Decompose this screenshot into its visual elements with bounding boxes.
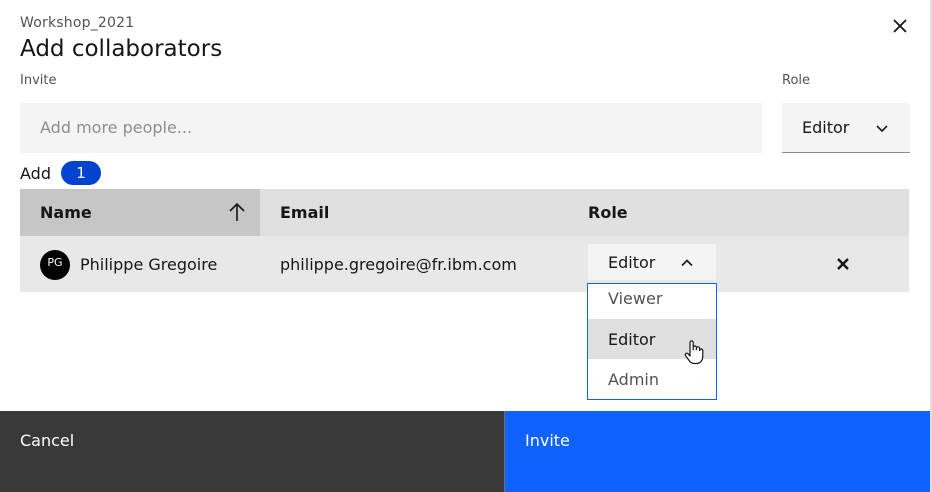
modal-title: Add collaborators: [20, 36, 223, 62]
row-role-select[interactable]: Editor: [588, 244, 716, 280]
avatar: PG: [40, 250, 70, 280]
modal-footer: Cancel Invite: [0, 411, 930, 492]
add-label: Add: [20, 163, 51, 183]
chevron-down-icon: [876, 125, 888, 133]
arrow-up-icon: [229, 202, 245, 221]
column-header-name-label: Name: [40, 203, 92, 222]
column-header-email-label: Email: [280, 203, 330, 222]
cancel-button[interactable]: Cancel: [0, 411, 505, 492]
collaborator-name: Philippe Gregoire: [80, 254, 218, 274]
collaborators-table: Name Email Role PG Philippe Gregoire phi…: [20, 189, 909, 292]
column-header-role[interactable]: Role: [588, 189, 628, 236]
role-select[interactable]: Editor: [782, 103, 910, 153]
column-header-role-label: Role: [588, 203, 628, 222]
add-collaborators-modal: Workshop_2021 Add collaborators Invite R…: [0, 0, 932, 492]
invite-label: Invite: [20, 73, 57, 88]
table-row: PG Philippe Gregoire philippe.gregoire@f…: [20, 236, 909, 292]
table-header: Name Email Role: [20, 189, 909, 236]
invite-button[interactable]: Invite: [505, 411, 930, 492]
row-role-value: Editor: [608, 252, 656, 272]
collaborator-email: philippe.gregoire@fr.ibm.com: [280, 254, 517, 274]
close-button[interactable]: [886, 12, 914, 40]
chevron-up-icon: [681, 259, 693, 267]
remove-collaborator-button[interactable]: [832, 253, 854, 275]
add-count-badge: 1: [60, 161, 101, 185]
hand-pointer-icon: [684, 340, 704, 365]
add-summary: Add 1: [20, 161, 101, 185]
close-icon: [837, 258, 849, 270]
column-header-email[interactable]: Email: [280, 189, 329, 236]
role-option-admin[interactable]: Admin: [588, 359, 716, 399]
column-header-name[interactable]: Name: [20, 189, 260, 236]
project-name: Workshop_2021: [20, 15, 135, 31]
invite-input[interactable]: [20, 103, 762, 153]
role-select-value: Editor: [802, 118, 850, 137]
close-icon: [893, 19, 907, 33]
role-label: Role: [782, 73, 811, 88]
role-option-viewer[interactable]: Viewer: [588, 278, 716, 318]
